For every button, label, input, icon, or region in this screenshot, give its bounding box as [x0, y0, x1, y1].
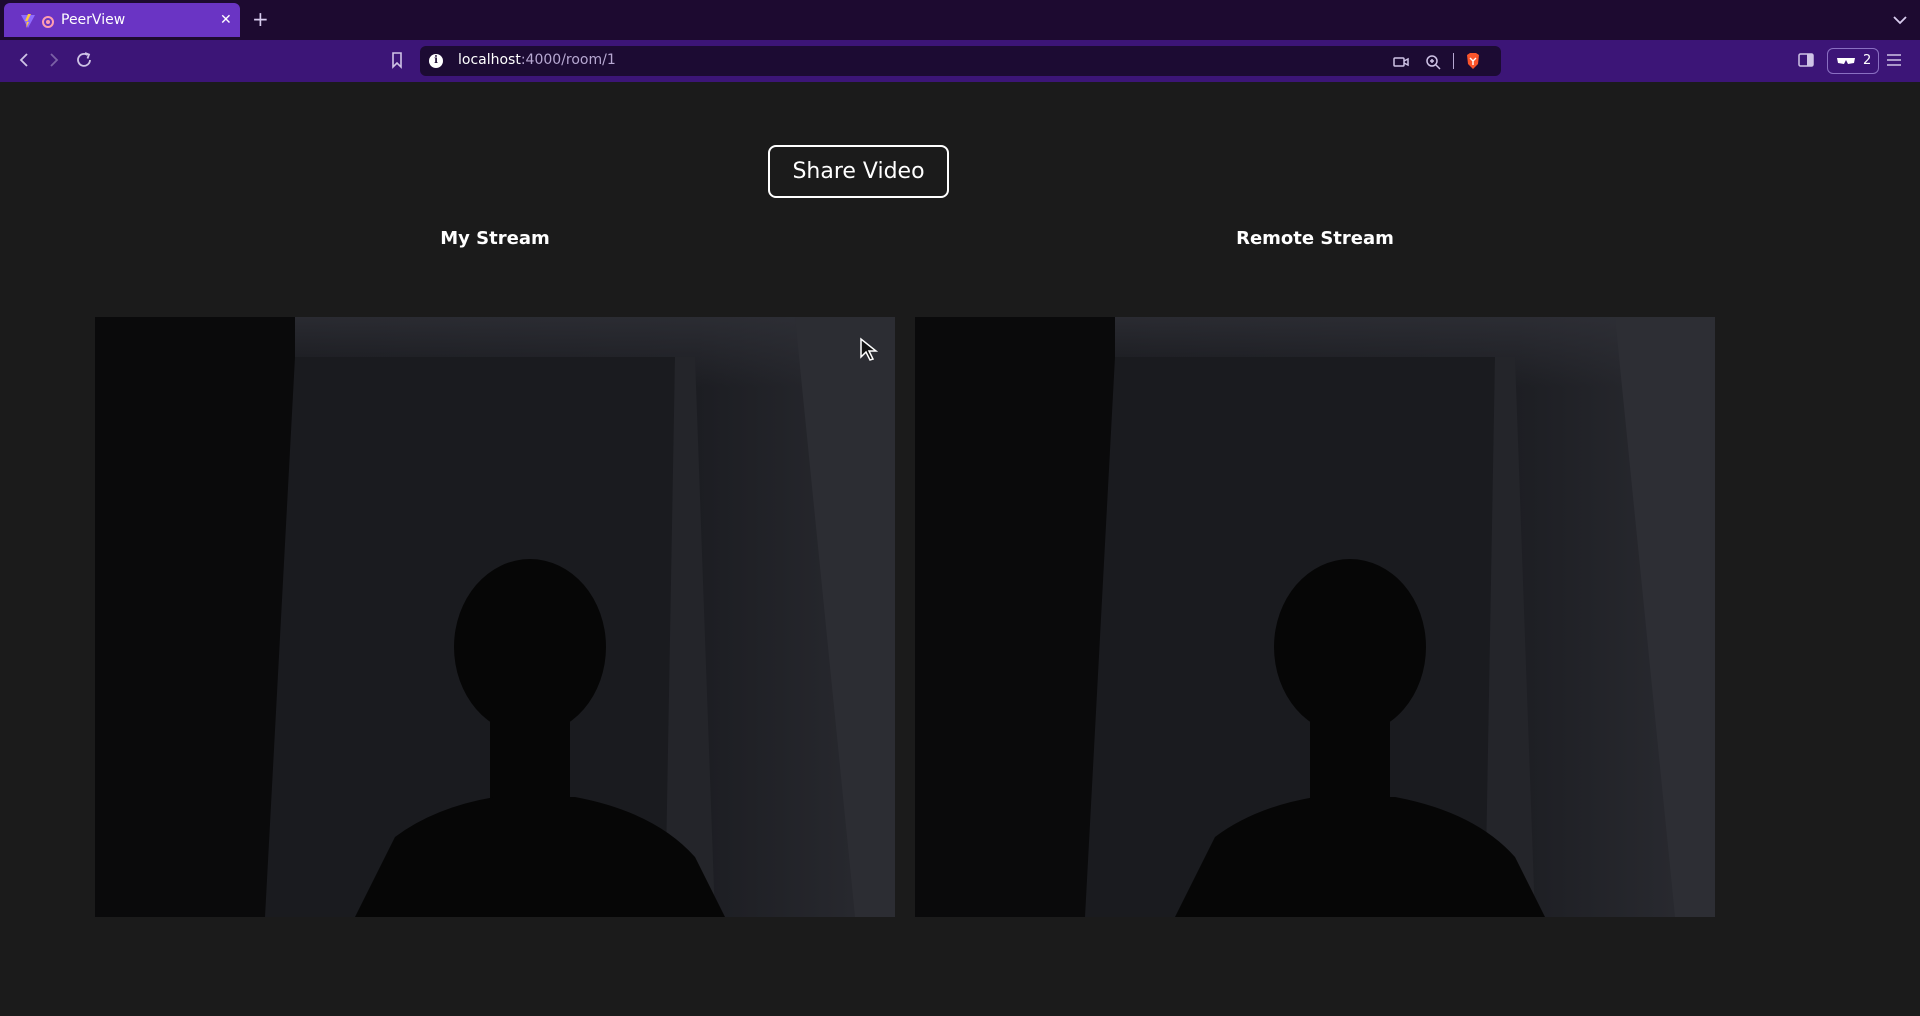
brave-shields-icon[interactable] — [1465, 52, 1481, 70]
tab-close-button[interactable]: ✕ — [220, 11, 232, 29]
webcam-frame-image — [95, 317, 895, 917]
remote-stream-heading: Remote Stream — [1236, 228, 1394, 249]
mouse-cursor-icon — [860, 337, 879, 361]
zoom-icon[interactable] — [1424, 53, 1442, 71]
forward-arrow-icon[interactable] — [44, 50, 64, 70]
recording-indicator-icon — [42, 16, 54, 28]
webcam-frame-image — [915, 317, 1715, 917]
hamburger-menu-icon[interactable] — [1885, 51, 1903, 69]
tab-peerview[interactable]: PeerView ✕ — [4, 3, 240, 37]
site-info-icon[interactable]: i — [429, 54, 443, 68]
wallet-button[interactable]: 2 — [1827, 48, 1879, 74]
tab-title: PeerView — [61, 12, 126, 28]
camera-in-use-icon[interactable] — [1392, 53, 1410, 71]
address-bar[interactable]: i localhost:4000/room/1 — [420, 46, 1501, 76]
sidebar-toggle-icon[interactable] — [1797, 51, 1815, 69]
url-text[interactable]: localhost:4000/room/1 — [458, 52, 616, 68]
my-stream-video[interactable] — [95, 317, 895, 917]
chevron-down-icon[interactable] — [1890, 10, 1910, 30]
wallet-count: 2 — [1863, 53, 1872, 68]
reload-icon[interactable] — [74, 50, 94, 70]
share-video-button[interactable]: Share Video — [768, 145, 949, 198]
divider — [1453, 53, 1454, 69]
vite-favicon-icon — [21, 14, 35, 28]
remote-stream-video[interactable] — [915, 317, 1715, 917]
room-page: Share Video My Stream Remote Stream — [0, 82, 1920, 1016]
my-stream-heading: My Stream — [440, 228, 550, 249]
browser-toolbar: i localhost:4000/room/1 2 — [0, 40, 1920, 82]
new-tab-button[interactable]: + — [252, 6, 269, 32]
bookmark-icon[interactable] — [387, 50, 407, 70]
browser-tab-bar: PeerView ✕ + — [0, 0, 1920, 40]
private-glasses-icon — [1837, 58, 1855, 64]
back-arrow-icon[interactable] — [14, 50, 34, 70]
